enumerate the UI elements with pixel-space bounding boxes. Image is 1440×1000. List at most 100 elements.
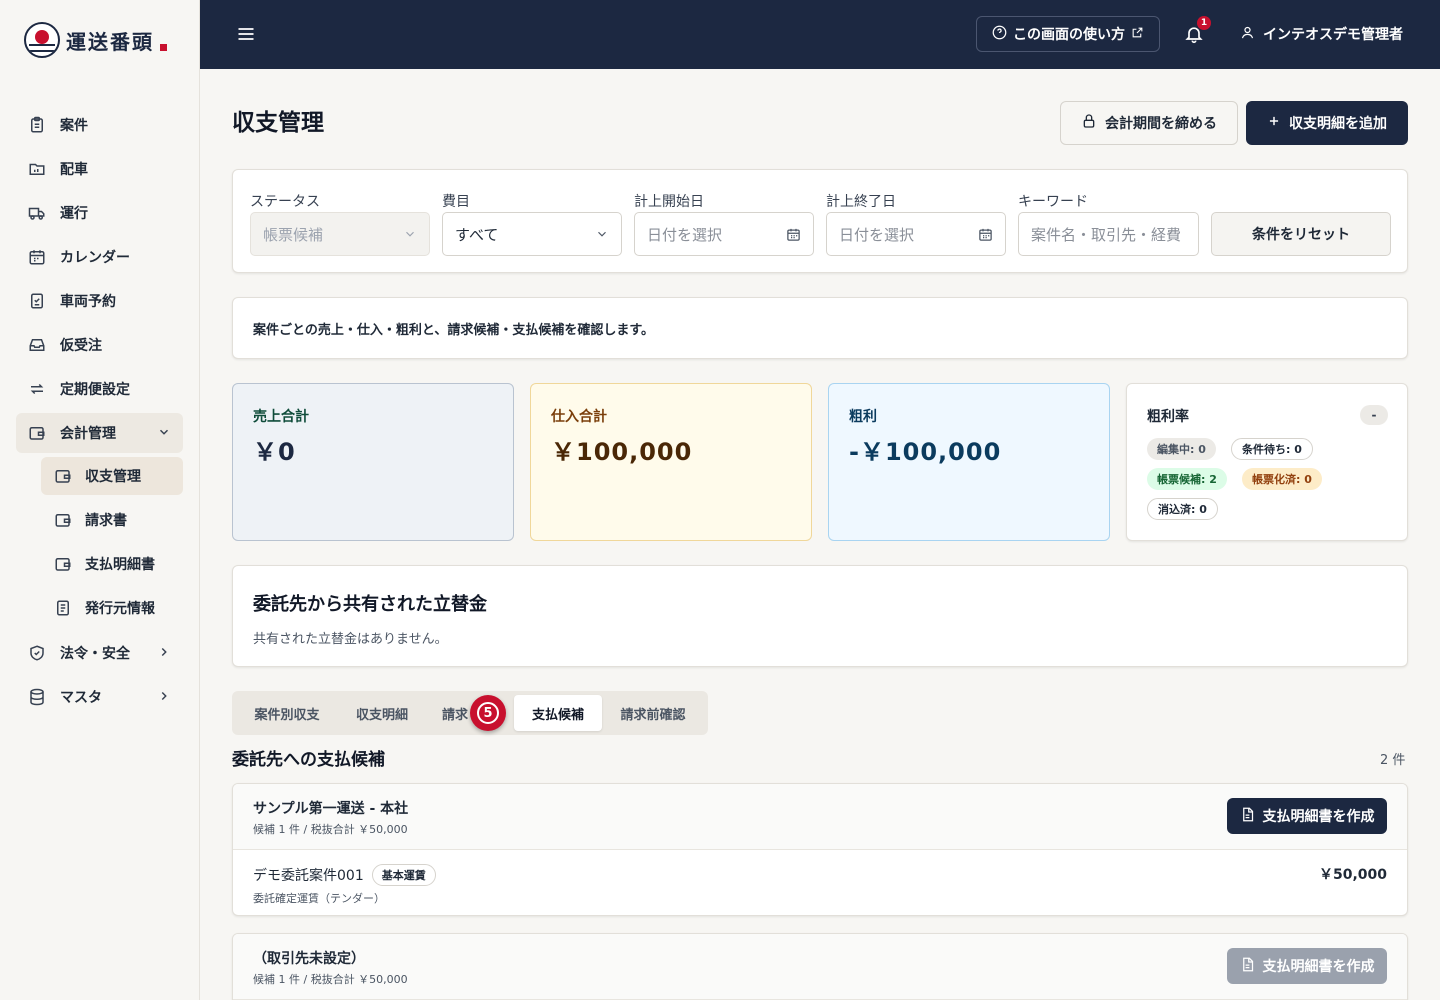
start-date-label: 計上開始日 bbox=[634, 194, 704, 210]
sub-item-payment-statements[interactable]: 支払明細書 bbox=[41, 545, 183, 583]
close-period-label: 会計期間を締める bbox=[1105, 116, 1217, 132]
user-menu[interactable]: インテオスデモ管理者 bbox=[1240, 24, 1403, 44]
nav-item-label: 車両予約 bbox=[60, 294, 116, 310]
candidate-tag: 基本運賃 bbox=[371, 864, 436, 886]
nav-item-label: 法令・安全 bbox=[60, 646, 130, 662]
nav-item-cases[interactable]: 案件 bbox=[16, 105, 183, 145]
end-date-placeholder: 日付を選択 bbox=[839, 225, 915, 244]
nav-item-master[interactable]: マスタ bbox=[16, 677, 183, 717]
nav-item-label: カレンダー bbox=[60, 250, 130, 266]
payee-name: サンプル第一運送 - 本社 bbox=[253, 801, 409, 817]
close-period-button[interactable]: 会計期間を締める bbox=[1060, 101, 1238, 145]
help-label: この画面の使い方 bbox=[1013, 27, 1125, 43]
keyword-placeholder: 案件名・取引先・経費 bbox=[1031, 225, 1182, 244]
tab-pre-billing-check[interactable]: 請求前確認 bbox=[602, 695, 704, 731]
nav-item-provisional-order[interactable]: 仮受注 bbox=[16, 325, 183, 365]
help-button[interactable]: この画面の使い方 bbox=[976, 16, 1160, 52]
purchase-total-card: 仕入合計 ￥100,000 bbox=[530, 383, 812, 541]
status-select: 帳票候補 bbox=[250, 212, 430, 256]
nav-item-vehicle-booking[interactable]: 車両予約 bbox=[16, 281, 183, 321]
payee-group-header: （取引先未設定） 候補 1 件 / 税抜合計 ￥50,000 支払明細書を作成 bbox=[233, 934, 1407, 1000]
nav-item-legal-safety[interactable]: 法令・安全 bbox=[16, 633, 183, 673]
gross-profit-label: 粗利 bbox=[849, 409, 877, 425]
tab-case-balance[interactable]: 案件別収支 bbox=[236, 695, 338, 731]
tab-entries[interactable]: 収支明細 bbox=[338, 695, 426, 731]
candidate-amount: ￥50,000 bbox=[1318, 867, 1387, 883]
add-entry-label: 収支明細を追加 bbox=[1289, 116, 1387, 132]
sub-item-income-expense[interactable]: 収支管理 bbox=[41, 457, 183, 495]
payee-group: （取引先未設定） 候補 1 件 / 税抜合計 ￥50,000 支払明細書を作成 bbox=[232, 933, 1408, 1000]
seal-icon bbox=[160, 43, 167, 51]
inbox-icon bbox=[27, 335, 47, 355]
keyword-input[interactable]: 案件名・取引先・経費 bbox=[1018, 212, 1199, 256]
user-icon bbox=[1240, 25, 1255, 44]
status-pill-waiting: 条件待ち: 0 bbox=[1231, 438, 1313, 460]
nav-item-accounting[interactable]: 会計管理 bbox=[16, 413, 183, 453]
wallet-icon bbox=[27, 423, 47, 443]
candidate-description: 委託確定運賃（テンダー） bbox=[253, 892, 385, 905]
sales-total-value: ￥0 bbox=[253, 438, 296, 466]
calendar-icon bbox=[978, 227, 993, 246]
sub-item-invoices[interactable]: 請求書 bbox=[41, 501, 183, 539]
payee-meta: 候補 1 件 / 税抜合計 ￥50,000 bbox=[253, 823, 408, 836]
tab-payment-candidates[interactable]: 支払候補 bbox=[514, 695, 602, 731]
payee-group: サンプル第一運送 - 本社 候補 1 件 / 税抜合計 ￥50,000 支払明細… bbox=[232, 783, 1408, 916]
status-pill-cleared: 消込済: 0 bbox=[1147, 498, 1218, 520]
nav-item-label: 定期便設定 bbox=[60, 382, 130, 398]
plus-icon bbox=[1267, 114, 1281, 132]
user-name: インテオスデモ管理者 bbox=[1263, 27, 1403, 43]
end-date-label: 計上終了日 bbox=[826, 194, 896, 210]
create-payment-statement-button[interactable]: 支払明細書を作成 bbox=[1227, 798, 1387, 834]
sub-item-label: 発行元情報 bbox=[85, 601, 155, 617]
wallet-icon bbox=[53, 510, 73, 530]
step-number: 5 bbox=[477, 702, 499, 724]
end-date-input[interactable]: 日付を選択 bbox=[826, 212, 1006, 256]
wallet-icon bbox=[53, 554, 73, 574]
chevron-down-icon bbox=[157, 425, 171, 443]
document-icon bbox=[1240, 957, 1255, 976]
sub-item-issuer-info[interactable]: 発行元情報 bbox=[41, 589, 183, 627]
external-link-icon bbox=[1131, 26, 1144, 43]
nav-item-calendar[interactable]: カレンダー bbox=[16, 237, 183, 277]
nav-item-label: 配車 bbox=[60, 162, 88, 178]
shared-advances-card: 委託先から共有された立替金 共有された立替金はありません。 bbox=[232, 565, 1408, 667]
sub-item-label: 収支管理 bbox=[85, 469, 141, 485]
profit-rate-card: 粗利率 - 編集中: 0 条件待ち: 0 帳票候補: 2 帳票化済: 0 消込済… bbox=[1126, 383, 1408, 541]
calendar-icon bbox=[786, 227, 801, 246]
truck-icon bbox=[27, 203, 47, 223]
sales-total-label: 売上合計 bbox=[253, 409, 309, 425]
chevron-down-icon bbox=[403, 227, 417, 245]
logo-mark-icon bbox=[24, 22, 60, 58]
profit-rate-value: - bbox=[1360, 405, 1388, 425]
status-pill-issued: 帳票化済: 0 bbox=[1242, 468, 1322, 490]
candidate-row[interactable]: デモ委託案件001 基本運賃 委託確定運賃（テンダー） ￥50,000 bbox=[233, 850, 1407, 915]
nav-item-dispatch[interactable]: 配車 bbox=[16, 149, 183, 189]
top-header: この画面の使い方 1 インテオスデモ管理者 bbox=[200, 0, 1440, 69]
wallet-icon bbox=[53, 466, 73, 486]
create-payment-statement-button-disabled: 支払明細書を作成 bbox=[1227, 948, 1387, 984]
nav-item-regular-service[interactable]: 定期便設定 bbox=[16, 369, 183, 409]
notification-badge: 1 bbox=[1197, 16, 1211, 30]
cost-select-value: すべて bbox=[455, 225, 499, 244]
cost-select[interactable]: すべて bbox=[442, 212, 622, 256]
reset-filters-button[interactable]: 条件をリセット bbox=[1211, 212, 1391, 256]
start-date-input[interactable]: 日付を選択 bbox=[634, 212, 814, 256]
add-entry-button[interactable]: 収支明細を追加 bbox=[1246, 101, 1408, 145]
status-pill-editing: 編集中: 0 bbox=[1147, 438, 1216, 460]
hamburger-menu-icon[interactable] bbox=[236, 24, 256, 44]
status-filter-label: ステータス bbox=[250, 194, 320, 210]
nav-item-label: 会計管理 bbox=[60, 426, 116, 442]
nav-item-label: マスタ bbox=[60, 690, 102, 706]
main-nav: 案件 配車 運行 カレンダー 車両予約 仮受注 定期便設定 会計管理 収支管理 … bbox=[16, 105, 183, 721]
brand-name: 運送番頭 bbox=[66, 29, 154, 54]
shared-advances-title: 委託先から共有された立替金 bbox=[253, 594, 487, 615]
lock-icon bbox=[1081, 113, 1097, 133]
sales-total-card: 売上合計 ￥0 bbox=[232, 383, 514, 541]
keyword-label: キーワード bbox=[1018, 194, 1088, 210]
candidate-case-name: デモ委託案件001 bbox=[253, 868, 364, 884]
nav-item-operation[interactable]: 運行 bbox=[16, 193, 183, 233]
payee-meta: 候補 1 件 / 税抜合計 ￥50,000 bbox=[253, 973, 408, 986]
gross-profit-value: -￥100,000 bbox=[849, 438, 1002, 466]
start-date-placeholder: 日付を選択 bbox=[647, 225, 723, 244]
brand-logo[interactable]: 運送番頭 bbox=[24, 22, 167, 58]
